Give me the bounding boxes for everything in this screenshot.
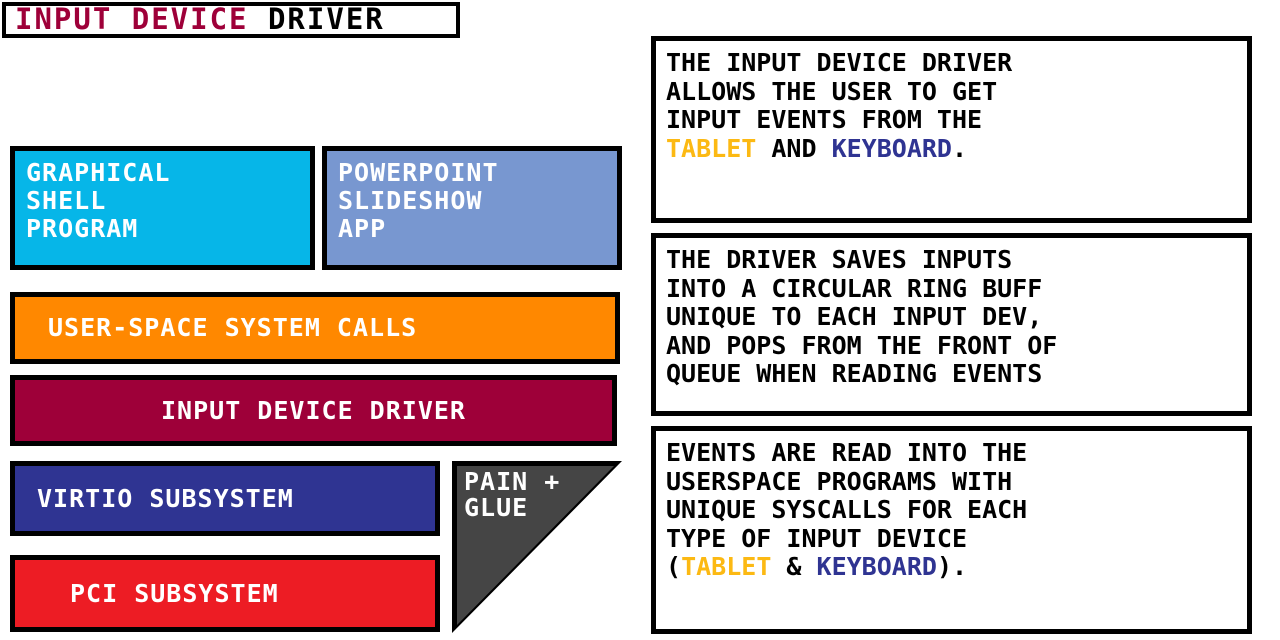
note-text: INPUT EVENTS FROM THE xyxy=(666,105,983,134)
note-highlight-keyboard: KEYBOARD xyxy=(831,133,952,163)
note-line: INTO A CIRCULAR RING BUFF xyxy=(666,273,1247,304)
layer-powerpoint-slideshow-app[interactable]: POWERPOINT SLIDESHOW APP xyxy=(322,146,622,270)
pain-glue-label: PAIN + GLUE xyxy=(464,469,560,520)
note-text: USERSPACE PROGRAMS WITH xyxy=(666,466,1013,496)
powerpoint-line-3: APP xyxy=(338,214,387,243)
note-line: TABLET AND KEYBOARD. xyxy=(666,133,1247,164)
note-text: THE DRIVER SAVES INPUTS xyxy=(666,245,1013,274)
note-text: TYPE OF INPUT DEVICE xyxy=(666,523,968,553)
note-text: QUEUE WHEN READING EVENTS xyxy=(666,359,1043,388)
note-line: UNIQUE SYSCALLS FOR EACH xyxy=(666,495,1247,525)
pain-and-glue-triangle: PAIN + GLUE xyxy=(452,461,622,633)
note-box-driver-overview: THE INPUT DEVICE DRIVER ALLOWS THE USER T… xyxy=(651,36,1252,223)
note-text: INTO A CIRCULAR RING BUFF xyxy=(666,273,1043,303)
layer-user-space-system-calls[interactable]: USER-SPACE SYSTEM CALLS xyxy=(10,292,620,364)
note-text: AND POPS FROM THE FRONT OF xyxy=(666,330,1058,360)
pain-glue-line-2: GLUE xyxy=(464,492,529,522)
note-text: . xyxy=(952,133,968,163)
note-line: THE INPUT DEVICE DRIVER xyxy=(666,48,1247,78)
powerpoint-line-1: POWERPOINT xyxy=(338,158,499,187)
note-line: AND POPS FROM THE FRONT OF xyxy=(666,330,1247,361)
note-highlight-keyboard: KEYBOARD xyxy=(816,552,937,581)
pain-glue-line-1: PAIN + xyxy=(464,467,561,496)
page-title-rest: DRIVER xyxy=(248,2,385,37)
note-text: THE INPUT DEVICE DRIVER xyxy=(666,48,1013,77)
virtio-subsystem-label: VIRTIO SUBSYSTEM xyxy=(37,483,294,513)
note-text: UNIQUE SYSCALLS FOR EACH xyxy=(666,495,1028,524)
note-text: UNIQUE TO EACH INPUT DEV, xyxy=(666,302,1043,331)
layer-graphical-shell-program[interactable]: GRAPHICAL SHELL PROGRAM xyxy=(10,146,315,270)
note-line: (TABLET & KEYBOARD). xyxy=(666,552,1247,582)
note-line: TYPE OF INPUT DEVICE xyxy=(666,523,1247,554)
graphical-shell-line-2: SHELL xyxy=(26,186,107,215)
page-title-box: INPUT DEVICE DRIVER xyxy=(2,2,460,38)
layer-input-device-driver[interactable]: INPUT DEVICE DRIVER xyxy=(10,375,617,446)
pci-subsystem-label: PCI SUBSYSTEM xyxy=(70,578,279,608)
note-line: UNIQUE TO EACH INPUT DEV, xyxy=(666,302,1247,332)
note-text: EVENTS ARE READ INTO THE xyxy=(666,438,1028,467)
page-title-highlight: INPUT DEVICE xyxy=(15,2,249,37)
note-line: INPUT EVENTS FROM THE xyxy=(666,105,1247,135)
note-box-ring-buffer: THE DRIVER SAVES INPUTS INTO A CIRCULAR R… xyxy=(651,233,1252,416)
input-device-driver-label: INPUT DEVICE DRIVER xyxy=(161,395,466,425)
note-text: AND xyxy=(756,133,832,163)
note-line: EVENTS ARE READ INTO THE xyxy=(666,438,1247,468)
note-text: ALLOWS THE USER TO GET xyxy=(666,76,998,106)
note-line: QUEUE WHEN READING EVENTS xyxy=(666,359,1247,389)
layer-pci-subsystem[interactable]: PCI SUBSYSTEM xyxy=(10,555,440,632)
powerpoint-line-2: SLIDESHOW xyxy=(338,186,483,215)
graphical-shell-line-3: PROGRAM xyxy=(26,214,139,243)
layer-virtio-subsystem[interactable]: VIRTIO SUBSYSTEM xyxy=(10,461,440,536)
note-highlight-tablet: TABLET xyxy=(666,133,757,163)
graphical-shell-line-1: GRAPHICAL xyxy=(26,158,171,187)
note-line: ALLOWS THE USER TO GET xyxy=(666,76,1247,107)
note-line: THE DRIVER SAVES INPUTS xyxy=(666,245,1247,275)
note-line: USERSPACE PROGRAMS WITH xyxy=(666,466,1247,497)
note-text: & xyxy=(771,552,817,581)
note-text: ). xyxy=(936,552,968,581)
note-text: ( xyxy=(666,552,682,581)
note-box-syscalls: EVENTS ARE READ INTO THE USERSPACE PROGRA… xyxy=(651,426,1252,634)
note-highlight-tablet: TABLET xyxy=(681,552,772,581)
user-space-system-calls-label: USER-SPACE SYSTEM CALLS xyxy=(48,313,418,343)
